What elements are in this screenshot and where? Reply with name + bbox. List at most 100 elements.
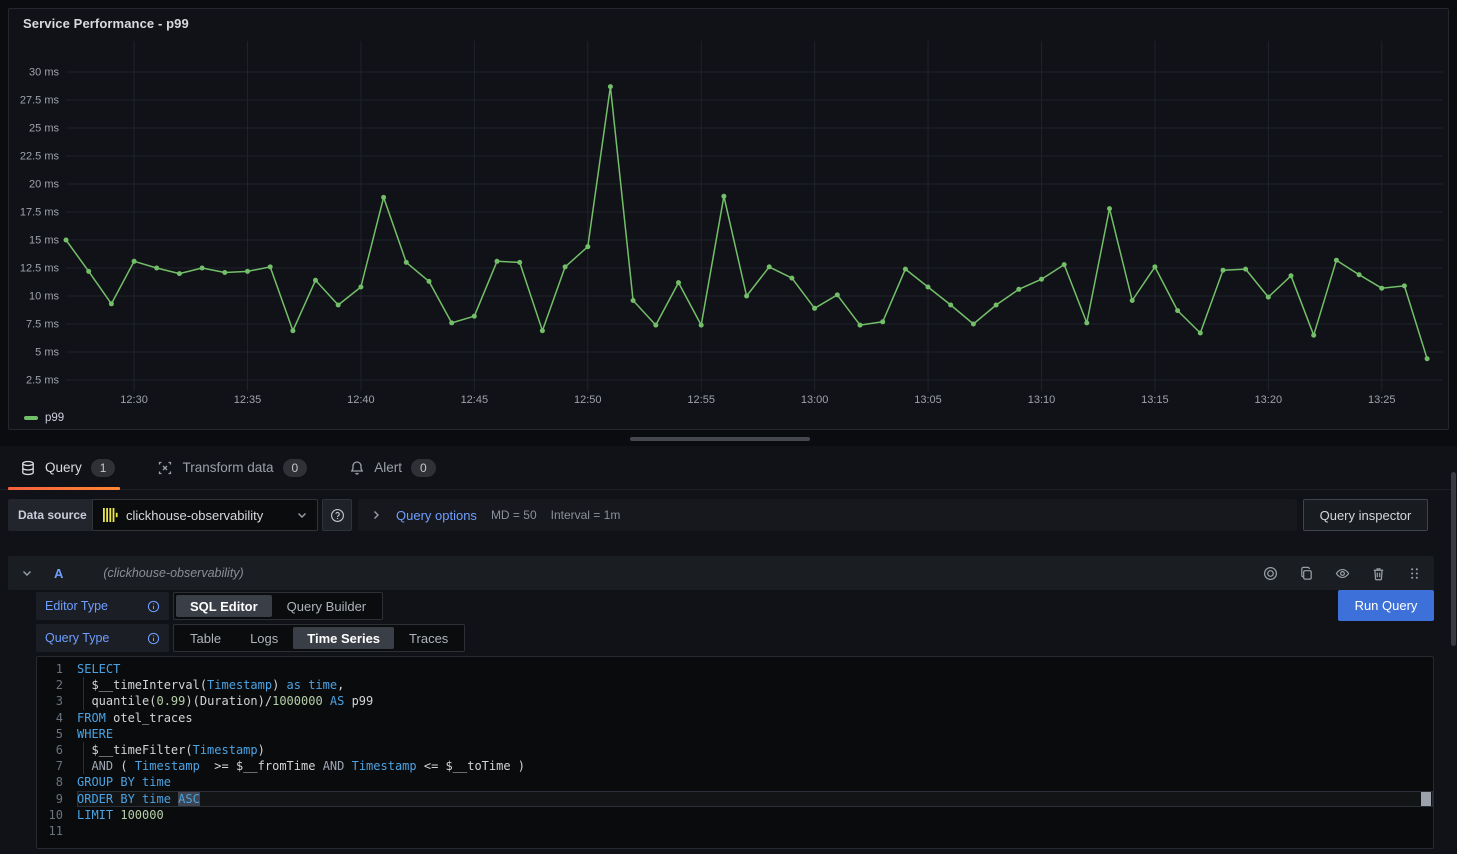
segment-table[interactable]: Table <box>176 627 235 649</box>
svg-text:12:40: 12:40 <box>347 394 375 406</box>
edit-pane: Query 1 Transform data 0 <box>0 446 1457 854</box>
sql-code: WHERE <box>77 726 1433 742</box>
editor-type-label-text: Editor Type <box>45 599 108 613</box>
svg-text:30 ms: 30 ms <box>29 67 59 79</box>
sql-code: AND ( Timestamp >= $__fromTime AND Times… <box>77 758 1433 774</box>
segment-logs[interactable]: Logs <box>236 627 292 649</box>
line-number: 1 <box>37 661 63 677</box>
tab-transform-label: Transform data <box>182 460 273 475</box>
info-circle-icon[interactable] <box>147 632 160 645</box>
query-options-md: MD = 50 <box>491 508 537 522</box>
query-options-interval: Interval = 1m <box>551 508 621 522</box>
svg-text:25 ms: 25 ms <box>29 123 59 135</box>
sql-line-9: 9ORDER BY time ASC <box>37 791 1433 807</box>
query-type-label-text: Query Type <box>45 631 109 645</box>
question-circle-icon <box>330 508 345 523</box>
edit-pane-tabbar: Query 1 Transform data 0 <box>0 446 1457 490</box>
info-circle-icon[interactable] <box>147 600 160 613</box>
svg-text:12:55: 12:55 <box>687 394 715 406</box>
sql-code <box>77 823 1433 839</box>
clickhouse-logo-icon <box>102 507 118 523</box>
drag-handle-icon[interactable] <box>1407 566 1422 581</box>
hide-response-eye-icon[interactable] <box>1335 566 1350 581</box>
tab-transform-data[interactable]: Transform data 0 <box>157 459 307 477</box>
sql-line-6: 6 $__timeFilter(Timestamp) <box>37 742 1433 758</box>
query-options-link[interactable]: Query options <box>396 508 477 523</box>
pane-scrollbar-thumb[interactable] <box>1451 472 1456 646</box>
sql-code: GROUP BY time <box>77 774 1433 790</box>
svg-text:15 ms: 15 ms <box>29 235 59 247</box>
bell-icon <box>349 460 365 476</box>
tab-query[interactable]: Query 1 <box>20 459 115 477</box>
legend-series-swatch <box>24 416 38 420</box>
svg-text:17.5 ms: 17.5 ms <box>20 207 60 219</box>
sql-code: FROM otel_traces <box>77 710 1433 726</box>
svg-text:13:05: 13:05 <box>914 394 942 406</box>
svg-text:13:20: 13:20 <box>1255 394 1283 406</box>
line-number: 2 <box>37 677 63 693</box>
svg-text:12:30: 12:30 <box>120 394 148 406</box>
line-number: 3 <box>37 693 63 709</box>
duplicate-query-icon[interactable] <box>1299 566 1314 581</box>
svg-text:12:35: 12:35 <box>234 394 262 406</box>
sql-line-11: 11 <box>37 823 1433 839</box>
chevron-down-icon <box>296 509 308 521</box>
query-row-header[interactable]: A (clickhouse-observability) <box>8 556 1434 590</box>
svg-text:10 ms: 10 ms <box>29 291 59 303</box>
svg-text:7.5 ms: 7.5 ms <box>26 319 60 331</box>
segment-sql-editor[interactable]: SQL Editor <box>176 595 272 617</box>
sql-code: SELECT <box>77 661 1433 677</box>
query-editor-card: A (clickhouse-observability) <box>8 556 1434 850</box>
svg-text:2.5 ms: 2.5 ms <box>26 375 60 387</box>
tab-transform-badge: 0 <box>283 459 308 477</box>
database-icon <box>20 460 36 476</box>
run-query-button[interactable]: Run Query <box>1338 590 1434 621</box>
query-ref-id: A <box>54 566 63 581</box>
segment-traces[interactable]: Traces <box>395 627 462 649</box>
sql-code: ORDER BY time ASC <box>77 791 1433 807</box>
legend-series-label: p99 <box>45 412 64 424</box>
segment-time-series[interactable]: Time Series <box>293 627 394 649</box>
svg-text:12:45: 12:45 <box>461 394 489 406</box>
chart-svg: 30 ms27.5 ms25 ms22.5 ms20 ms17.5 ms15 m… <box>9 9 1448 429</box>
sql-line-5: 5 WHERE <box>37 726 1433 742</box>
pane-splitter-handle[interactable] <box>630 437 810 441</box>
line-number: 8 <box>37 774 63 790</box>
line-number: 11 <box>37 823 63 839</box>
svg-text:5 ms: 5 ms <box>35 347 59 359</box>
datasource-help-button[interactable] <box>322 499 352 531</box>
chart-legend[interactable]: p99 <box>24 412 64 424</box>
tab-query-badge: 1 <box>91 459 116 477</box>
tab-alert-label: Alert <box>374 460 402 475</box>
svg-text:12.5 ms: 12.5 ms <box>20 263 60 275</box>
svg-text:27.5 ms: 27.5 ms <box>20 95 60 107</box>
transform-icon <box>157 460 173 476</box>
remove-query-trash-icon[interactable] <box>1371 566 1386 581</box>
sql-code: $__timeInterval(Timestamp) as time, <box>77 677 1433 693</box>
datasource-row: Data source clickhouse-observability <box>0 499 1457 531</box>
line-number: 4 <box>37 710 63 726</box>
tab-alert-badge: 0 <box>411 459 436 477</box>
svg-text:13:10: 13:10 <box>1028 394 1056 406</box>
segment-query-builder[interactable]: Query Builder <box>273 595 380 617</box>
query-type-label: Query Type <box>36 624 169 652</box>
grafana-panel-edit-page: Service Performance - p99 30 ms27.5 ms25… <box>0 0 1457 854</box>
query-options-bar[interactable]: Query options MD = 50 Interval = 1m <box>358 499 1297 531</box>
sql-line-4: 4 FROM otel_traces <box>37 710 1433 726</box>
disable-query-icon[interactable] <box>1263 566 1278 581</box>
tab-alert[interactable]: Alert 0 <box>349 459 435 477</box>
sql-code-editor[interactable]: 1 SELECT 2 $__timeInterval(Timestamp) as t… <box>36 656 1434 849</box>
svg-text:22.5 ms: 22.5 ms <box>20 151 60 163</box>
editor-type-radiogroup: SQL Editor Query Builder <box>173 592 383 620</box>
sql-line-3: 3 quantile(0.99)(Duration)/1000000 AS p9… <box>37 693 1433 709</box>
datasource-picker[interactable]: clickhouse-observability <box>92 499 318 531</box>
query-inspector-button[interactable]: Query inspector <box>1303 499 1428 531</box>
active-tab-underline <box>8 487 120 490</box>
chevron-right-icon <box>370 509 382 521</box>
chart-panel: Service Performance - p99 30 ms27.5 ms25… <box>8 8 1449 430</box>
line-number: 5 <box>37 726 63 742</box>
collapse-chevron-icon[interactable] <box>20 567 34 579</box>
query-datasource-name: (clickhouse-observability) <box>103 566 243 580</box>
svg-text:13:25: 13:25 <box>1368 394 1396 406</box>
timeseries-chart[interactable]: 30 ms27.5 ms25 ms22.5 ms20 ms17.5 ms15 m… <box>9 9 1448 429</box>
